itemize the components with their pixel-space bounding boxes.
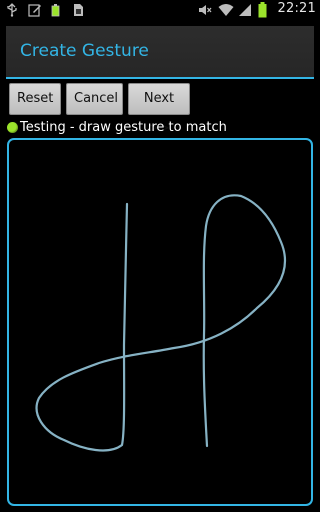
system-icons: 22:21 [198, 1, 316, 17]
dialog-header: Create Gesture [6, 26, 314, 78]
clock: 22:21 [277, 1, 316, 16]
wifi-icon [218, 2, 234, 16]
mute-icon [198, 2, 212, 16]
usb-icon [6, 2, 20, 17]
notification-icons [6, 2, 86, 17]
button-row: Reset Cancel Next >> [9, 83, 190, 136]
dialog-title: Create Gesture [20, 41, 149, 61]
gesture-stroke [35, 194, 286, 452]
create-gesture-dialog: Create Gesture Reset Cancel Next >> Test… [6, 26, 314, 512]
next-button[interactable]: Next >> [128, 83, 190, 136]
gesture-canvas[interactable] [7, 138, 313, 506]
battery-small-icon [50, 2, 64, 17]
battery-icon [258, 1, 272, 17]
edit-icon [28, 2, 42, 17]
signal-icon [238, 2, 252, 16]
sim-icon [72, 2, 86, 16]
status-indicator-icon [7, 122, 18, 133]
status-line: Testing - draw gesture to match [7, 120, 227, 135]
title-divider [6, 77, 314, 79]
status-bar: 22:21 [0, 0, 320, 20]
cancel-button[interactable]: Cancel [66, 83, 123, 115]
reset-button[interactable]: Reset [9, 83, 61, 115]
status-text: Testing - draw gesture to match [20, 120, 227, 135]
